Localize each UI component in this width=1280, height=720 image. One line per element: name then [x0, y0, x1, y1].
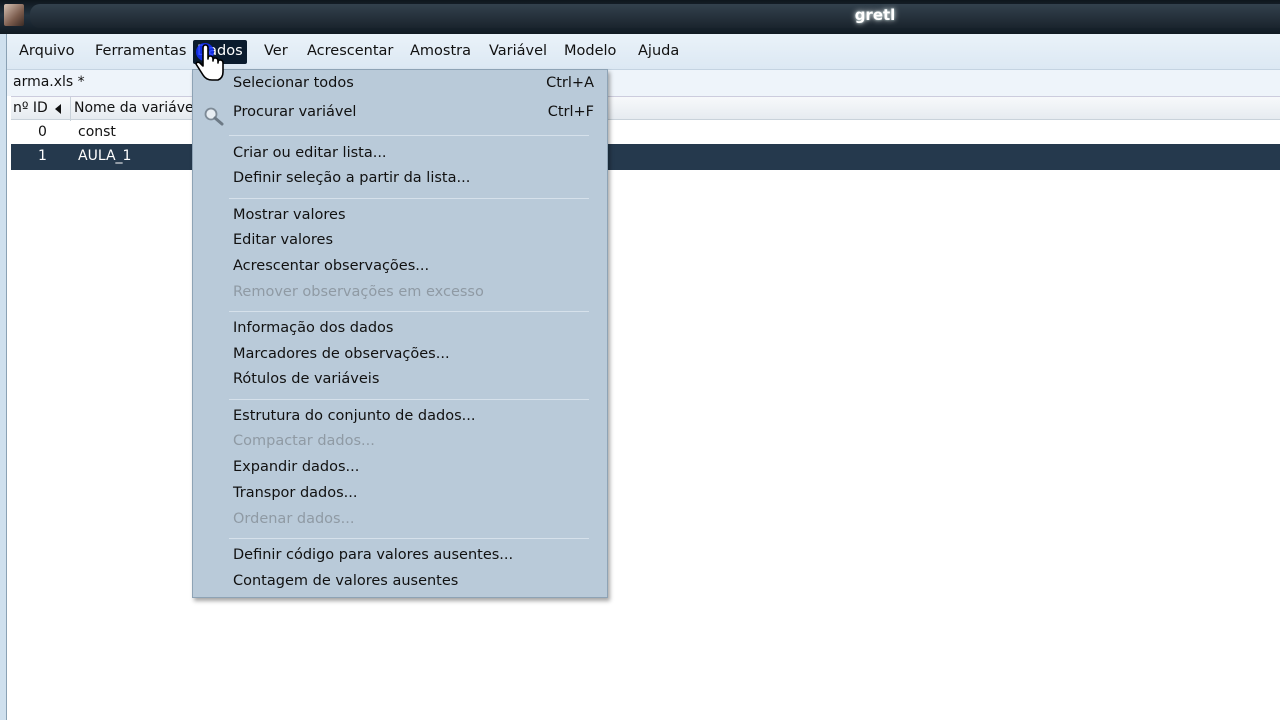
- menu-ferramentas[interactable]: Ferramentas: [95, 43, 186, 59]
- caption-strip: [30, 4, 1280, 28]
- menu-item-procurar-variavel[interactable]: Procurar variável: [233, 104, 356, 120]
- column-separator[interactable]: [70, 97, 71, 121]
- menu-variavel[interactable]: Variável: [489, 43, 547, 59]
- menu-item-definir-selecao[interactable]: Definir seleção a partir da lista...: [233, 170, 470, 186]
- row-variable-name: AULA_1: [78, 148, 132, 164]
- menu-item-compactar-dados[interactable]: Compactar dados...: [233, 433, 375, 449]
- hand-cursor-icon: [195, 43, 224, 81]
- menu-modelo[interactable]: Modelo: [564, 43, 616, 59]
- shortcut-ctrl-f: Ctrl+F: [547, 104, 594, 120]
- menu-item-mostrar-valores[interactable]: Mostrar valores: [233, 207, 346, 223]
- shortcut-ctrl-a: Ctrl+A: [546, 75, 594, 91]
- menu-item-informacao-dados[interactable]: Informação dos dados: [233, 320, 393, 336]
- menu-item-ordenar-dados[interactable]: Ordenar dados...: [233, 511, 354, 527]
- menu-item-contagem-valores-ausentes[interactable]: Contagem de valores ausentes: [233, 573, 458, 589]
- dataset-filename: arma.xls *: [13, 74, 85, 90]
- menu-item-acrescentar-observacoes[interactable]: Acrescentar observações...: [233, 258, 429, 274]
- search-icon: [204, 107, 224, 126]
- title-bar[interactable]: gretl: [0, 0, 1280, 34]
- row-id: 0: [38, 124, 47, 140]
- menu-acrescentar[interactable]: Acrescentar: [307, 43, 393, 59]
- column-header-id[interactable]: nº ID: [13, 100, 48, 116]
- menu-item-transpor-dados[interactable]: Transpor dados...: [233, 485, 358, 501]
- sort-arrow-icon: [55, 104, 61, 114]
- menu-item-remover-observacoes[interactable]: Remover observações em excesso: [233, 284, 484, 300]
- window-title: gretl: [854, 6, 896, 24]
- menu-separator: [229, 198, 589, 199]
- column-header-name[interactable]: Nome da variável: [74, 100, 198, 116]
- menu-item-criar-lista[interactable]: Criar ou editar lista...: [233, 145, 387, 161]
- menu-arquivo[interactable]: Arquivo: [19, 43, 75, 59]
- menu-item-rotulos-variaveis[interactable]: Rótulos de variáveis: [233, 371, 379, 387]
- menu-ver[interactable]: Ver: [264, 43, 288, 59]
- gretl-main-window: gretl Arquivo Ferramentas Dados Ver Acre…: [0, 0, 1280, 720]
- menu-item-estrutura-dados[interactable]: Estrutura do conjunto de dados...: [233, 408, 475, 424]
- menu-item-selecionar-todos[interactable]: Selecionar todos: [233, 75, 354, 91]
- menu-separator: [229, 399, 589, 400]
- dados-dropdown-menu: Selecionar todos Ctrl+A Procurar variáve…: [192, 69, 608, 598]
- row-variable-name: const: [78, 124, 116, 140]
- app-icon[interactable]: [4, 4, 24, 26]
- menu-ajuda[interactable]: Ajuda: [638, 43, 679, 59]
- menu-item-expandir-dados[interactable]: Expandir dados...: [233, 459, 359, 475]
- menu-separator: [229, 135, 589, 136]
- row-id: 1: [38, 148, 47, 164]
- menu-item-editar-valores[interactable]: Editar valores: [233, 232, 333, 248]
- menu-item-codigo-valores-ausentes[interactable]: Definir código para valores ausentes...: [233, 547, 513, 563]
- menu-separator: [229, 311, 589, 312]
- menu-amostra[interactable]: Amostra: [410, 43, 471, 59]
- menu-item-marcadores-observacoes[interactable]: Marcadores de observações...: [233, 346, 450, 362]
- menu-separator: [229, 538, 589, 539]
